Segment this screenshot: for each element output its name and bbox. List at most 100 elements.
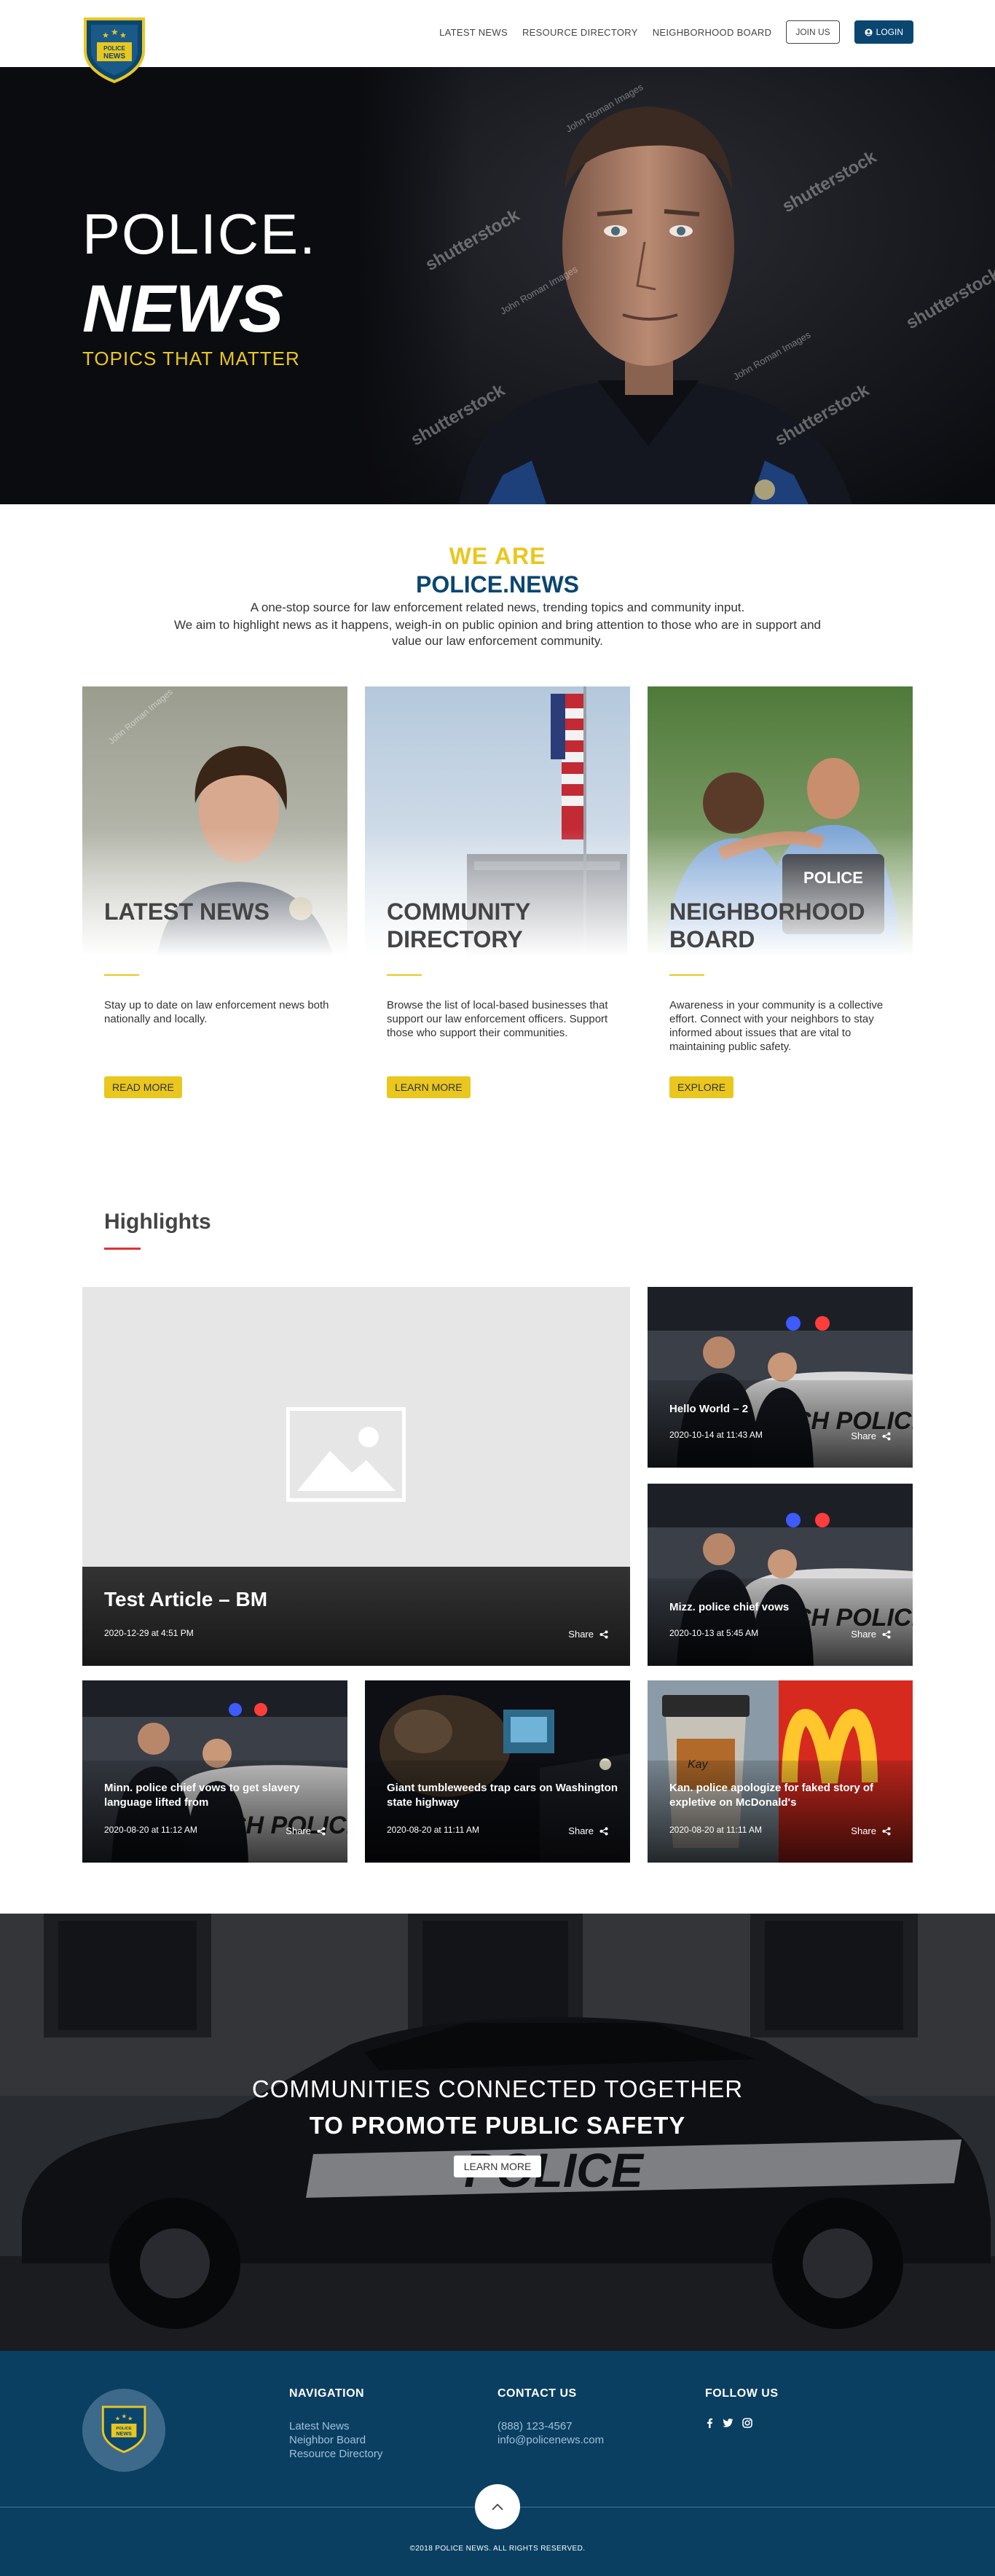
share-icon bbox=[882, 1432, 891, 1440]
share-button[interactable]: Share bbox=[851, 1825, 891, 1836]
article-date: 2020-08-20 at 11:11 AM bbox=[669, 1825, 762, 1835]
share-icon bbox=[317, 1827, 326, 1835]
join-us-button[interactable]: JOIN US bbox=[786, 20, 840, 44]
hero-officer-photo: shutterstock shutterstock shutterstock s… bbox=[357, 67, 995, 504]
share-label: Share bbox=[286, 1825, 311, 1836]
article-title: Kan. police apologize for faked story of… bbox=[669, 1782, 874, 1809]
card-description: Awareness in your community is a collect… bbox=[669, 999, 884, 1053]
tile-overlay bbox=[365, 1761, 630, 1863]
article-tile[interactable]: CH POLICE Minn. police chief vows to get… bbox=[82, 1680, 347, 1863]
cta-line2: TO PROMOTE PUBLIC SAFETY bbox=[309, 2112, 686, 2139]
footer-contact-details: (888) 123-4567 info@policenews.com bbox=[498, 2419, 604, 2447]
footer-contact-heading: CONTACT US bbox=[498, 2387, 577, 2400]
svg-text:NEWS: NEWS bbox=[116, 2430, 132, 2437]
svg-text:★: ★ bbox=[102, 31, 109, 40]
share-button[interactable]: Share bbox=[851, 1629, 891, 1640]
footer-link-latest-news[interactable]: Latest News bbox=[289, 2419, 382, 2433]
featured-article-tile[interactable]: Test Article – BM 2020-12-29 at 4:51 PM … bbox=[82, 1287, 630, 1666]
highlights-underline bbox=[104, 1248, 141, 1250]
svg-text:NEWS: NEWS bbox=[103, 52, 125, 60]
side-article-tile[interactable]: CH POLICE Hello World – 2 2020-10-14 at … bbox=[648, 1287, 913, 1468]
police-news-logo[interactable]: ★ ★ ★ POLICE NEWS bbox=[81, 16, 148, 84]
explore-button[interactable]: EXPLORE bbox=[669, 1076, 734, 1098]
nav-resource-directory[interactable]: RESOURCE DIRECTORY bbox=[522, 27, 638, 38]
card-title: COMMUNITY DIRECTORY bbox=[387, 899, 530, 952]
footer-link-resource-directory[interactable]: Resource Directory bbox=[289, 2447, 382, 2461]
article-tile[interactable]: Kay Kan. police apologize for faked stor… bbox=[648, 1680, 913, 1863]
cta-learn-more-button[interactable]: LEARN MORE bbox=[454, 2156, 541, 2177]
share-label: Share bbox=[568, 1629, 594, 1640]
instagram-icon[interactable] bbox=[742, 2418, 752, 2428]
highlights-heading: Highlights bbox=[104, 1210, 211, 1234]
about-line1: A one-stop source for law enforcement re… bbox=[250, 600, 745, 614]
we-are-heading: WE ARE bbox=[449, 543, 546, 569]
article-title: Hello World – 2 bbox=[669, 1403, 749, 1415]
female-officer-photo: John Roman Images bbox=[82, 686, 347, 971]
image-placeholder-icon bbox=[286, 1407, 406, 1502]
footer-link-neighbor-board[interactable]: Neighbor Board bbox=[289, 2433, 382, 2447]
footer-follow-heading: FOLLOW US bbox=[705, 2387, 779, 2400]
footer-nav-links: Latest News Neighbor Board Resource Dire… bbox=[289, 2419, 382, 2461]
article-title: Test Article – BM bbox=[104, 1588, 268, 1610]
footer-phone[interactable]: (888) 123-4567 bbox=[498, 2419, 604, 2433]
footer-email[interactable]: info@policenews.com bbox=[498, 2433, 604, 2447]
site-header: ★ ★ ★ POLICE NEWS LATEST NEWS RESOURCE D… bbox=[0, 0, 995, 84]
side-article-tile[interactable]: CH POLICE Mizz. police chief vows 2020-1… bbox=[648, 1484, 913, 1666]
hero-title-line2: NEWS bbox=[82, 272, 283, 346]
hero-title-line1: POLICE. bbox=[82, 202, 317, 266]
card-community-directory: COMMUNITY DIRECTORY Browse the list of l… bbox=[365, 686, 630, 1102]
share-button[interactable]: Share bbox=[568, 1825, 608, 1836]
article-title: Giant tumbleweeds trap cars on Washingto… bbox=[387, 1782, 618, 1809]
site-footer: ★ ★ ★ POLICE NEWS NAVIGATION Latest News… bbox=[0, 2351, 995, 2576]
svg-text:★: ★ bbox=[127, 2416, 133, 2422]
feature-cards: John Roman Images LATEST NEWS Stay up to… bbox=[82, 686, 913, 1102]
nav-latest-news[interactable]: LATEST NEWS bbox=[439, 27, 508, 38]
cta-line1: COMMUNITIES CONNECTED TOGETHER bbox=[251, 2075, 744, 2102]
share-button[interactable]: Share bbox=[851, 1430, 891, 1441]
share-label: Share bbox=[851, 1629, 876, 1640]
svg-text:★: ★ bbox=[115, 2416, 120, 2422]
article-date: 2020-12-29 at 4:51 PM bbox=[104, 1628, 194, 1638]
share-icon bbox=[882, 1630, 891, 1638]
title-underline bbox=[669, 974, 704, 976]
share-button[interactable]: Share bbox=[286, 1825, 326, 1836]
tile-overlay bbox=[648, 1380, 913, 1468]
brand-heading: POLICE.NEWS bbox=[415, 571, 579, 598]
tile-overlay bbox=[648, 1578, 913, 1666]
share-label: Share bbox=[851, 1825, 876, 1836]
article-date: 2020-10-14 at 11:43 AM bbox=[669, 1430, 763, 1440]
share-icon bbox=[599, 1827, 608, 1835]
article-date: 2020-08-20 at 11:11 AM bbox=[387, 1825, 479, 1835]
main-nav: LATEST NEWS RESOURCE DIRECTORY NEIGHBORH… bbox=[439, 20, 913, 44]
hero-banner: shutterstock shutterstock shutterstock s… bbox=[0, 67, 995, 504]
footer-nav-heading: NAVIGATION bbox=[289, 2387, 365, 2400]
nav-neighborhood-board[interactable]: NEIGHBORHOOD BOARD bbox=[653, 27, 772, 38]
back-to-top-button[interactable] bbox=[475, 2484, 520, 2529]
cta-banner: POLICE COMMUNITIES CONNECTED TOGETHER TO… bbox=[0, 1914, 995, 2351]
share-icon bbox=[882, 1827, 891, 1835]
chevron-up-icon bbox=[492, 2503, 503, 2510]
twitter-icon[interactable] bbox=[723, 2418, 734, 2428]
about-section: WE ARE POLICE.NEWS A one-stop source for… bbox=[0, 543, 995, 649]
about-line2: We aim to highlight news as it happens, … bbox=[173, 618, 822, 648]
footer-logo[interactable]: ★ ★ ★ POLICE NEWS bbox=[82, 2389, 165, 2472]
article-tile[interactable]: Giant tumbleweeds trap cars on Washingto… bbox=[365, 1680, 630, 1863]
hero-text: POLICE. NEWS TOPICS THAT MATTER bbox=[82, 205, 317, 370]
read-more-button[interactable]: READ MORE bbox=[104, 1076, 182, 1098]
login-label: LOGIN bbox=[876, 27, 903, 37]
svg-text:POLICE: POLICE bbox=[103, 45, 125, 52]
card-neighborhood-board: POLICE NEIGHBORHOOD BOARD Awareness in y… bbox=[648, 686, 913, 1102]
share-label: Share bbox=[568, 1825, 594, 1836]
facebook-icon[interactable] bbox=[705, 2418, 714, 2428]
card-description: Stay up to date on law enforcement news … bbox=[104, 999, 329, 1025]
card-title: LATEST NEWS bbox=[104, 899, 270, 925]
card-title: NEIGHBORHOOD BOARD bbox=[669, 899, 865, 952]
svg-text:★: ★ bbox=[111, 27, 119, 37]
learn-more-button[interactable]: LEARN MORE bbox=[387, 1076, 471, 1098]
footer-navigation: NAVIGATION Latest News Neighbor Board Re… bbox=[289, 2387, 382, 2461]
article-date: 2020-08-20 at 11:12 AM bbox=[104, 1825, 197, 1835]
article-title: Minn. police chief vows to get slavery l… bbox=[104, 1782, 300, 1809]
login-button[interactable]: LOGIN bbox=[854, 20, 913, 44]
share-label: Share bbox=[851, 1430, 876, 1441]
share-button[interactable]: Share bbox=[568, 1629, 608, 1640]
